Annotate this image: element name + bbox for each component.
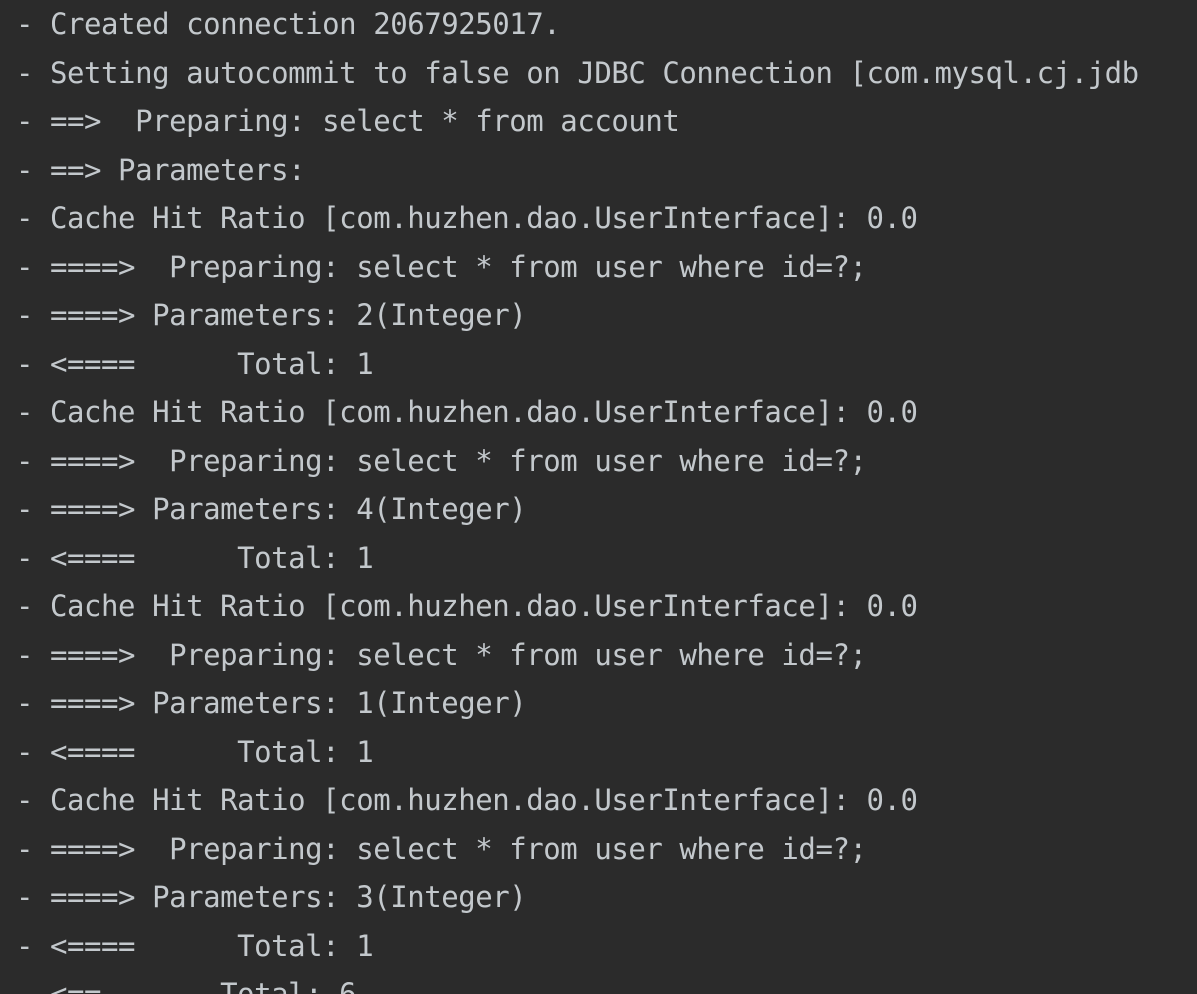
console-log-line: - Created connection 2067925017. xyxy=(16,7,561,41)
console-log-line: - ==> Parameters: xyxy=(16,152,306,187)
console-output-panel[interactable]: - Created connection 2067925017. - Settin… xyxy=(0,0,1197,994)
console-log-line: - <==== Total: 1 xyxy=(16,734,374,769)
console-log-line: - Cache Hit Ratio [com.huzhen.dao.UserIn… xyxy=(16,395,918,429)
console-log-line: - Cache Hit Ratio [com.huzhen.dao.UserIn… xyxy=(16,589,918,623)
console-log-line: - ====> Preparing: select * from user wh… xyxy=(16,249,867,284)
console-log-line: - <== Total: 6 xyxy=(16,977,357,994)
console-log-line: - ====> Parameters: 3(Integer) xyxy=(16,880,527,914)
console-log-line: - ====> Preparing: select * from user wh… xyxy=(16,443,867,478)
console-log-line: - ====> Preparing: select * from user wh… xyxy=(16,637,867,672)
console-log-line: - ====> Parameters: 4(Integer) xyxy=(16,492,527,526)
console-log-line-list: - Created connection 2067925017. - Settin… xyxy=(16,0,1197,994)
console-log-line: - <==== Total: 1 xyxy=(16,346,374,381)
console-log-line: - <==== Total: 1 xyxy=(16,928,374,963)
console-log-line: - ====> Parameters: 2(Integer) xyxy=(16,298,527,332)
console-log-line: - ====> Preparing: select * from user wh… xyxy=(16,831,867,866)
console-log-line: - Cache Hit Ratio [com.huzhen.dao.UserIn… xyxy=(16,201,918,235)
console-log-line: - ==> Preparing: select * from account xyxy=(16,104,680,138)
console-log-line: - <==== Total: 1 xyxy=(16,540,374,575)
console-log-line: - Cache Hit Ratio [com.huzhen.dao.UserIn… xyxy=(16,783,918,817)
console-log-line: - Setting autocommit to false on JDBC Co… xyxy=(16,55,1139,90)
console-log-line: - ====> Parameters: 1(Integer) xyxy=(16,686,527,720)
